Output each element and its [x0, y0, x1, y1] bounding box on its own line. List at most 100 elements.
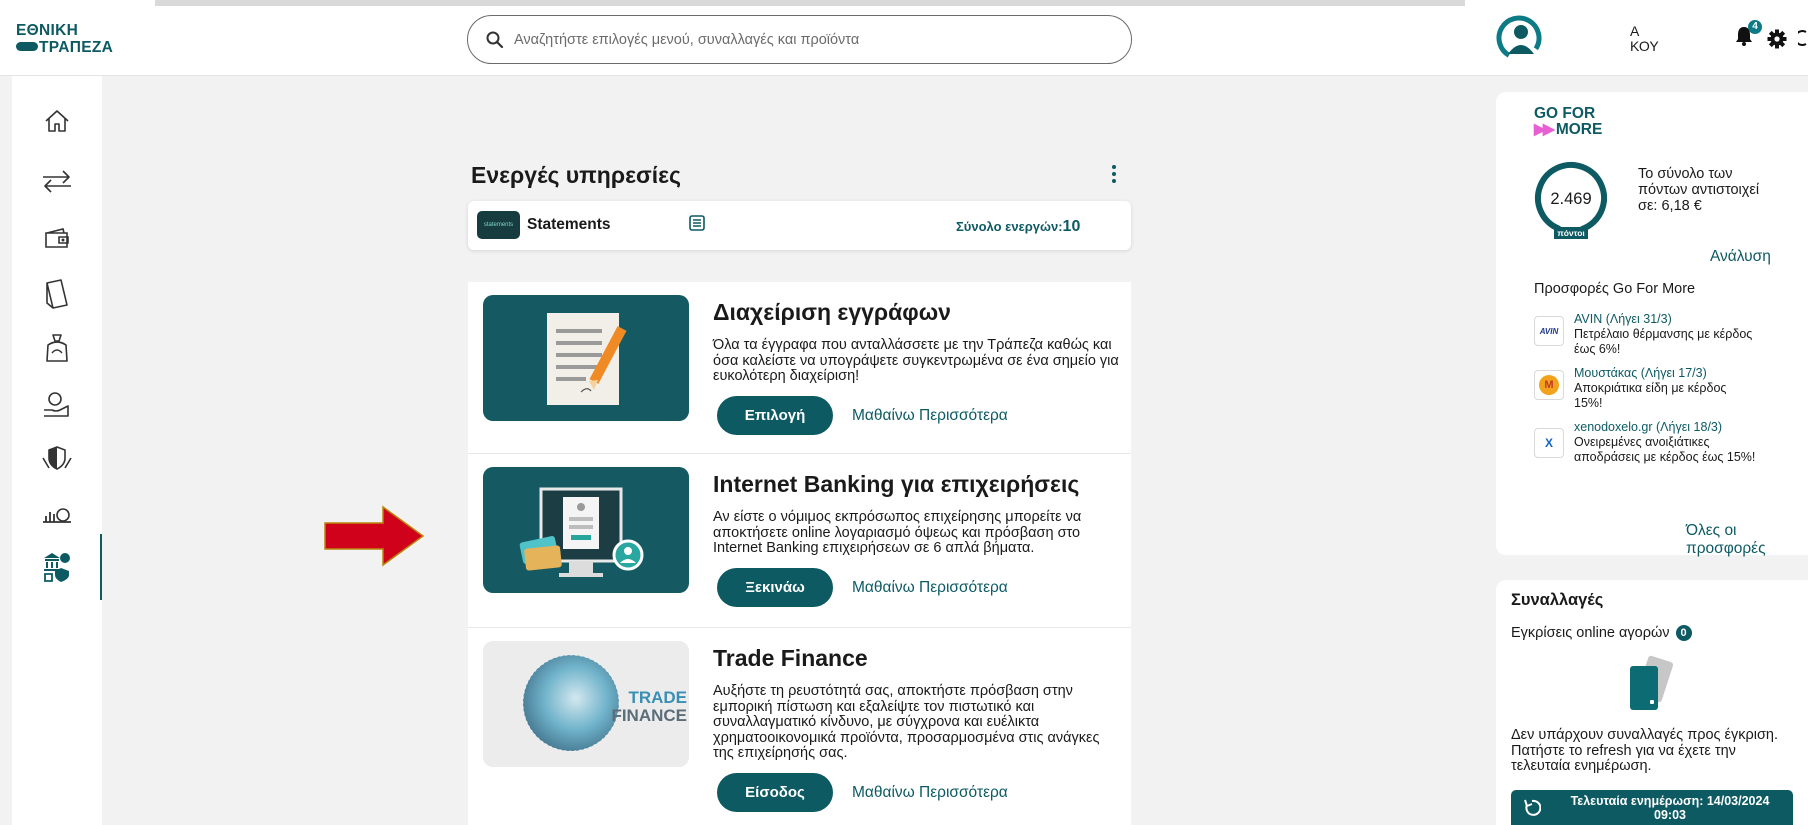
gfm-logo-line1: GO FOR: [1534, 105, 1596, 122]
loans-icon: [44, 392, 69, 417]
analysis-link[interactable]: Ανάλυση: [1710, 248, 1771, 266]
start-button[interactable]: Ξεκινάω: [717, 568, 833, 607]
trade-finance-image: TRADE FINANCE: [483, 641, 689, 767]
list-icon[interactable]: [689, 215, 705, 231]
search-box[interactable]: [467, 15, 1132, 64]
search-icon: [486, 31, 504, 48]
points-label: πόντοι: [1554, 227, 1588, 239]
online-approvals: Εγκρίσεις online αγορών 0: [1511, 625, 1692, 641]
offer-item[interactable]: AVIN AVIN (Λήγει 31/3) Πετρέλαιο θέρμανσ…: [1534, 312, 1804, 362]
cards-icon: [46, 279, 68, 309]
logo-line2: ΤΡΑΠΕΖΑ: [39, 39, 114, 56]
active-total: Σύνολο ενεργών:10: [956, 218, 1080, 236]
approvals-label: Εγκρίσεις online αγορών: [1511, 625, 1670, 641]
more-options-icon[interactable]: [1104, 163, 1124, 185]
statements-bar[interactable]: statements Statements Σύνολο ενεργών:10: [468, 201, 1131, 250]
select-button[interactable]: Επιλογή: [717, 396, 833, 435]
sidebar-item-savings[interactable]: [12, 323, 102, 373]
sidebar-item-insurance[interactable]: [12, 434, 102, 484]
offer-logo-text: M: [1539, 375, 1559, 395]
offer-name: AVIN (Λήγει 31/3): [1574, 312, 1672, 326]
red-pointer-arrow-icon: [324, 505, 425, 567]
offer-name: Μουστάκας (Λήγει 17/3): [1574, 366, 1707, 380]
active-indicator: [100, 534, 102, 600]
offer-description: Ονειρεμένες ανοιξιάτικες αποδράσεις με κ…: [1574, 435, 1756, 464]
offer-item[interactable]: X xenodoxelo.gr (Λήγει 18/3) Ονειρεμένες…: [1534, 420, 1804, 484]
sidebar-item-wallet[interactable]: [12, 213, 102, 263]
learn-more-link[interactable]: Μαθαίνω Περισσότερα: [852, 407, 1008, 425]
user-name[interactable]: Α ΚΟΥ: [1630, 24, 1659, 54]
gfm-arrows-icon: ▶▶: [1534, 121, 1555, 138]
offer-item[interactable]: M Μουστάκας (Λήγει 17/3) Αποκριάτικα είδ…: [1534, 366, 1804, 416]
transactions-card: Συναλλαγές Εγκρίσεις online αγορών 0 Δεν …: [1496, 580, 1808, 825]
go-for-more-logo: GO FOR ▶▶ MORE: [1534, 106, 1602, 138]
points-equivalent-text: Το σύνολο των πόντων αντιστοιχεί σε: 6,1…: [1638, 166, 1760, 214]
offer-description: Αποκριάτικα είδη με κέρδος 15%!: [1574, 381, 1727, 410]
no-transactions-message: Δεν υπάρχουν συναλλαγές προς έγκριση. Πα…: [1511, 727, 1778, 774]
header-top-strip: [155, 0, 1465, 6]
offers-title: Προσφορές Go For More: [1534, 281, 1696, 297]
sidebar-item-cards[interactable]: [12, 268, 102, 318]
gear-icon[interactable]: [1767, 29, 1787, 49]
active-total-label: Σύνολο ενεργών:: [956, 219, 1063, 234]
user-name-line1: Α: [1630, 23, 1640, 39]
transactions-title: Συναλλαγές: [1511, 591, 1604, 609]
approvals-count-badge: 0: [1675, 625, 1692, 641]
search-input[interactable]: [514, 31, 1074, 48]
sidebar-item-home[interactable]: [12, 96, 102, 146]
learn-more-link[interactable]: Μαθαίνω Περισσότερα: [852, 784, 1008, 802]
savings-icon: [46, 334, 68, 362]
sidebar: [12, 76, 102, 825]
offer-logo-text: AVIN: [1539, 326, 1559, 336]
active-total-value: 10: [1062, 218, 1081, 235]
internet-banking-image: [483, 467, 689, 593]
service-title: Trade Finance: [713, 645, 868, 671]
document-management-image: [483, 295, 689, 421]
section-title: Ενεργές υπηρεσίες: [471, 162, 681, 188]
notification-badge: 4: [1748, 20, 1762, 34]
service-description: Αυξήστε τη ρευστότητά σας, αποκτήστε πρό…: [713, 683, 1100, 761]
offer-logo-text: X: [1544, 436, 1553, 450]
service-description: Αν είστε ο νόμιμος εκπρόσωπος επιχείρηση…: [713, 509, 1082, 556]
offer-logo-avin: AVIN: [1534, 316, 1564, 346]
wallet-icon: [45, 228, 69, 248]
points-value: 2.469: [1550, 190, 1592, 208]
statements-logo: statements: [477, 211, 520, 239]
power-icon[interactable]: [1798, 28, 1808, 48]
service-list: Διαχείριση εγγράφων Όλα τα έγγραφα που α…: [468, 282, 1131, 825]
sidebar-item-loans[interactable]: [12, 380, 102, 430]
refresh-icon: [1524, 799, 1541, 816]
logo-line1: ΕΘΝΙΚΗ: [16, 22, 79, 39]
offer-name: xenodoxelo.gr (Λήγει 18/3): [1574, 420, 1723, 434]
learn-more-link[interactable]: Μαθαίνω Περισσότερα: [852, 579, 1008, 597]
offer-description: Πετρέλαιο θέρμανσης με κέρδος έως 6%!: [1574, 327, 1753, 356]
statements-name: Statements: [527, 216, 611, 233]
sidebar-item-investments[interactable]: [12, 488, 102, 538]
transfers-icon: [43, 170, 71, 193]
top-header: ΕΘΝΙΚΗ ΤΡΑΠΕΖΑ Α ΚΟΥ 4: [0, 0, 1808, 76]
user-name-line2: ΚΟΥ: [1630, 38, 1659, 54]
image-text-finance: FINANCE: [611, 706, 687, 725]
service-card: Internet Banking για επιχειρήσεις Αν είσ…: [468, 453, 1131, 627]
bank-logo[interactable]: ΕΘΝΙΚΗ ΤΡΑΠΕΖΑ: [16, 22, 113, 56]
service-card: TRADE FINANCE Trade Finance Αυξήστε τη ρ…: [468, 627, 1131, 825]
service-title: Internet Banking για επιχειρήσεις: [713, 471, 1080, 497]
last-update-text: Τελευταία ενημέρωση: 14/03/2024 09:03: [1570, 794, 1770, 822]
insurance-icon: [42, 446, 72, 470]
logo-mark-icon: [16, 42, 38, 51]
enter-button[interactable]: Είσοδος: [717, 773, 833, 812]
trade-finance-image-text: TRADE FINANCE: [611, 689, 687, 725]
home-icon: [45, 110, 69, 132]
offer-logo-moustakas: M: [1534, 370, 1564, 400]
all-offers-link[interactable]: Όλες οι προσφορές: [1686, 522, 1808, 558]
user-avatar[interactable]: [1496, 14, 1542, 62]
service-description: Όλα τα έγγραφα που ανταλλάσσετε με την Τ…: [713, 337, 1119, 384]
offer-logo-xenodoxelo: X: [1534, 428, 1564, 458]
sidebar-item-services[interactable]: [12, 534, 102, 600]
sidebar-item-transfers[interactable]: [12, 156, 102, 206]
service-card: Διαχείριση εγγράφων Όλα τα έγγραφα που α…: [468, 282, 1131, 456]
refresh-button[interactable]: Τελευταία ενημέρωση: 14/03/2024 09:03: [1511, 790, 1793, 825]
image-text-trade: TRADE: [628, 688, 687, 707]
services-icon: [44, 553, 70, 582]
service-title: Διαχείριση εγγράφων: [713, 299, 951, 325]
